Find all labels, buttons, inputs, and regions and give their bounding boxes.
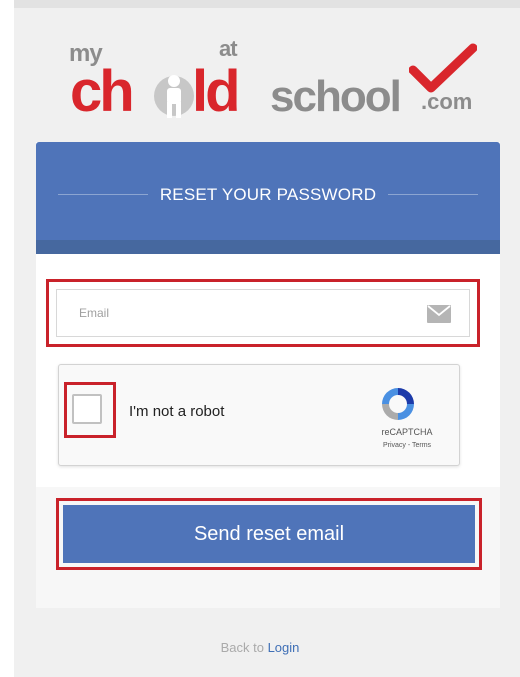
mychildatschool-logo: my ch ld at school .com [64,22,477,124]
top-shade [14,0,520,8]
recaptcha-brand: reCAPTCHA [381,427,433,437]
recaptcha-links[interactable]: Privacy - Terms [367,442,447,449]
email-input[interactable] [56,289,470,337]
login-link[interactable]: Login [268,640,300,655]
back-to-login-row: Back to Login [0,640,520,655]
captcha-checkbox[interactable] [72,394,102,424]
recaptcha-logo-icon [382,388,414,420]
header-rule-right [388,194,478,195]
back-to-text: Back to [220,640,264,655]
reset-password-card: RESET YOUR PASSWORD I'm not a robot reCA… [36,142,500,608]
child-figure-icon [154,75,194,118]
send-reset-email-button[interactable]: Send reset email [63,505,475,563]
logo-school-text: school [270,72,402,121]
card-header-band [36,240,500,254]
captcha-label: I'm not a robot [129,403,225,420]
page: my ch ld at school .com RESET YOUR PASSW… [0,0,520,677]
page-title: RESET YOUR PASSWORD [159,185,377,204]
left-margin [0,0,14,677]
email-field-highlight [46,279,480,347]
envelope-icon [427,305,451,323]
card-header: RESET YOUR PASSWORD [36,142,500,247]
logo-at-text: at [219,36,238,61]
logo-ch-text: ch [70,59,135,124]
logo-ld-text: ld [192,59,241,124]
logo-com-text: .com [421,89,473,114]
recaptcha-widget: I'm not a robot reCAPTCHA Privacy - Term… [58,364,460,466]
